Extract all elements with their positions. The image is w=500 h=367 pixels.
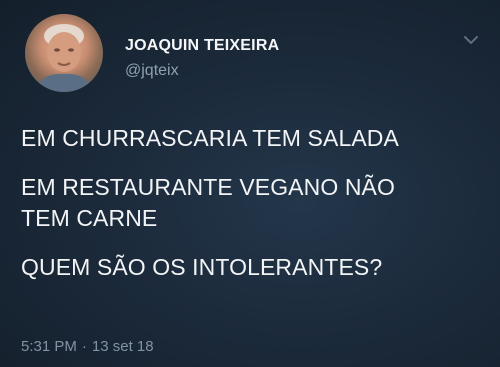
tweet-paragraph: EM RESTAURANTE VEGANO NÃO TEM CARNE: [21, 174, 395, 231]
avatar[interactable]: [25, 14, 103, 92]
tweet-card: JOAQUIN TEIXEIRA @jqteix EM CHURRASCARIA…: [0, 0, 500, 367]
display-name[interactable]: JOAQUIN TEIXEIRA: [125, 37, 279, 55]
tweet-paragraph: EM CHURRASCARIA TEM SALADA: [21, 125, 399, 151]
chevron-down-icon[interactable]: [462, 33, 480, 47]
tweet-date: 13 set 18: [91, 338, 154, 355]
username-handle[interactable]: @jqteix: [125, 62, 179, 80]
tweet-text: EM CHURRASCARIA TEM SALADA EM RESTAURANT…: [21, 123, 486, 301]
avatar-photo: [35, 24, 93, 92]
tweet-time: 5:31 PM: [21, 338, 77, 355]
tweet-timestamp[interactable]: 5:31 PM · 13 set 18: [21, 338, 154, 355]
tweet-paragraph: QUEM SÃO OS INTOLERANTES?: [21, 254, 383, 280]
meta-separator: ·: [81, 338, 87, 355]
